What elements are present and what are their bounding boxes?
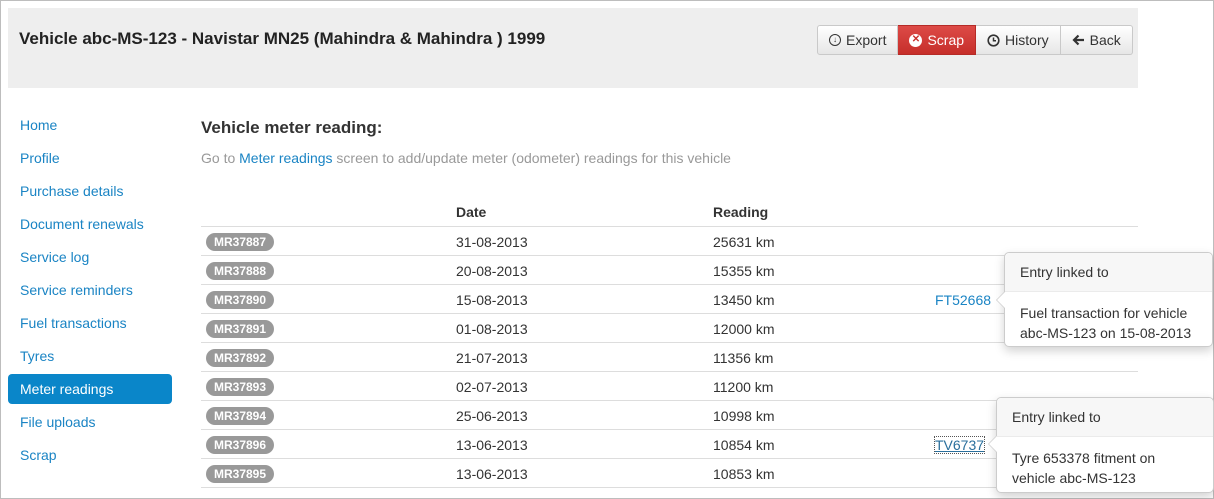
popover-body: Fuel transaction for vehicle abc-MS-123 … bbox=[1020, 305, 1192, 341]
row-reading: 25631 km bbox=[713, 234, 775, 250]
reading-column-header: Reading bbox=[713, 204, 769, 220]
row-reading: 10853 km bbox=[713, 466, 775, 482]
back-button[interactable]: Back bbox=[1060, 25, 1133, 55]
fuel-link-popover: Entry linked to Fuel transaction for veh… bbox=[996, 252, 1213, 347]
export-label: Export bbox=[846, 32, 887, 48]
row-date: 15-08-2013 bbox=[456, 292, 528, 308]
row-date: 02-07-2013 bbox=[456, 379, 528, 395]
tyre-link-popover: Entry linked to Tyre 653378 fitment on v… bbox=[988, 397, 1214, 493]
sidebar-item-home[interactable]: Home bbox=[8, 110, 172, 140]
row-date: 01-08-2013 bbox=[456, 321, 528, 337]
table-row: MR37887 31-08-2013 25631 km bbox=[201, 227, 1138, 256]
sidebar-item-meter-readings[interactable]: Meter readings bbox=[8, 374, 172, 404]
popover-title: Entry linked to bbox=[1005, 253, 1212, 292]
row-reading: 10854 km bbox=[713, 437, 775, 453]
sidebar-item-fuel-transactions[interactable]: Fuel transactions bbox=[8, 308, 172, 338]
sidebar-nav: Home Profile Purchase details Document r… bbox=[8, 110, 172, 473]
table-row: MR37888 20-08-2013 15355 km bbox=[201, 256, 1138, 285]
circle-x-icon: ✕ bbox=[909, 33, 923, 47]
entry-id-badge: MR37891 bbox=[206, 320, 275, 338]
circle-arrow-down-icon: ↓ bbox=[829, 34, 841, 46]
row-reading: 11356 km bbox=[713, 350, 774, 366]
row-reading: 10998 km bbox=[713, 408, 775, 424]
sidebar-item-file-uploads[interactable]: File uploads bbox=[8, 407, 172, 437]
row-reading: 11200 km bbox=[713, 379, 774, 395]
scrap-button[interactable]: ✕ Scrap bbox=[898, 25, 977, 55]
popover-title: Entry linked to bbox=[997, 398, 1213, 437]
date-column-header: Date bbox=[456, 204, 487, 220]
hint-prefix: Go to bbox=[201, 150, 240, 166]
hint-suffix: screen to add/update meter (odometer) re… bbox=[332, 150, 731, 166]
meter-readings-hint: Go to Meter readings screen to add/updat… bbox=[201, 150, 731, 166]
row-date: 20-08-2013 bbox=[456, 263, 528, 279]
page-header: Vehicle abc-MS-123 - Navistar MN25 (Mahi… bbox=[8, 8, 1138, 88]
sidebar-item-scrap[interactable]: Scrap bbox=[8, 440, 172, 470]
entry-id-badge: MR37896 bbox=[206, 436, 275, 454]
entry-id-badge: MR37895 bbox=[206, 465, 275, 483]
row-date: 25-06-2013 bbox=[456, 408, 528, 424]
table-header: Date Reading bbox=[201, 197, 1138, 227]
entry-id-badge: MR37894 bbox=[206, 407, 275, 425]
back-label: Back bbox=[1089, 32, 1121, 48]
row-date: 13-06-2013 bbox=[456, 466, 528, 482]
history-label: History bbox=[1005, 32, 1049, 48]
tyre-transaction-link[interactable]: TV6737 bbox=[933, 436, 986, 454]
table-row: MR37891 01-08-2013 12000 km bbox=[201, 314, 1138, 343]
row-reading: 12000 km bbox=[713, 321, 775, 337]
sidebar-item-service-log[interactable]: Service log bbox=[8, 242, 172, 272]
sidebar-item-purchase-details[interactable]: Purchase details bbox=[8, 176, 172, 206]
header-actions: ↓ Export ✕ Scrap History Back bbox=[817, 25, 1133, 55]
row-reading: 15355 km bbox=[713, 263, 775, 279]
row-date: 13-06-2013 bbox=[456, 437, 528, 453]
sidebar-item-document-renewals[interactable]: Document renewals bbox=[8, 209, 172, 239]
history-button[interactable]: History bbox=[976, 25, 1061, 55]
entry-id-badge: MR37887 bbox=[206, 233, 275, 251]
entry-id-badge: MR37892 bbox=[206, 349, 275, 367]
table-row: MR37893 02-07-2013 11200 km bbox=[201, 372, 1138, 401]
app-frame: Vehicle abc-MS-123 - Navistar MN25 (Mahi… bbox=[0, 0, 1214, 499]
entry-id-badge: MR37893 bbox=[206, 378, 275, 396]
popover-arrow bbox=[996, 291, 1005, 309]
scrap-label: Scrap bbox=[927, 32, 965, 48]
page-title: Vehicle abc-MS-123 - Navistar MN25 (Mahi… bbox=[19, 29, 546, 48]
fuel-transaction-link[interactable]: FT52668 bbox=[935, 292, 991, 308]
row-date: 31-08-2013 bbox=[456, 234, 528, 250]
popover-arrow bbox=[988, 435, 997, 453]
table-row: MR37892 21-07-2013 11356 km bbox=[201, 343, 1138, 372]
clock-icon bbox=[987, 33, 1000, 47]
export-button[interactable]: ↓ Export bbox=[817, 25, 899, 55]
sidebar-item-profile[interactable]: Profile bbox=[8, 143, 172, 173]
entry-id-badge: MR37890 bbox=[206, 291, 275, 309]
popover-body: Tyre 653378 fitment on vehicle abc-MS-12… bbox=[1012, 450, 1156, 486]
main-content: Vehicle meter reading: Go to Meter readi… bbox=[201, 118, 1138, 166]
row-reading: 13450 km bbox=[713, 292, 775, 308]
arrow-left-icon bbox=[1072, 34, 1085, 46]
row-date: 21-07-2013 bbox=[456, 350, 528, 366]
section-title: Vehicle meter reading: bbox=[201, 118, 383, 137]
sidebar-item-service-reminders[interactable]: Service reminders bbox=[8, 275, 172, 305]
entry-id-badge: MR37888 bbox=[206, 262, 275, 280]
meter-readings-link[interactable]: Meter readings bbox=[239, 150, 332, 166]
sidebar-item-tyres[interactable]: Tyres bbox=[8, 341, 172, 371]
